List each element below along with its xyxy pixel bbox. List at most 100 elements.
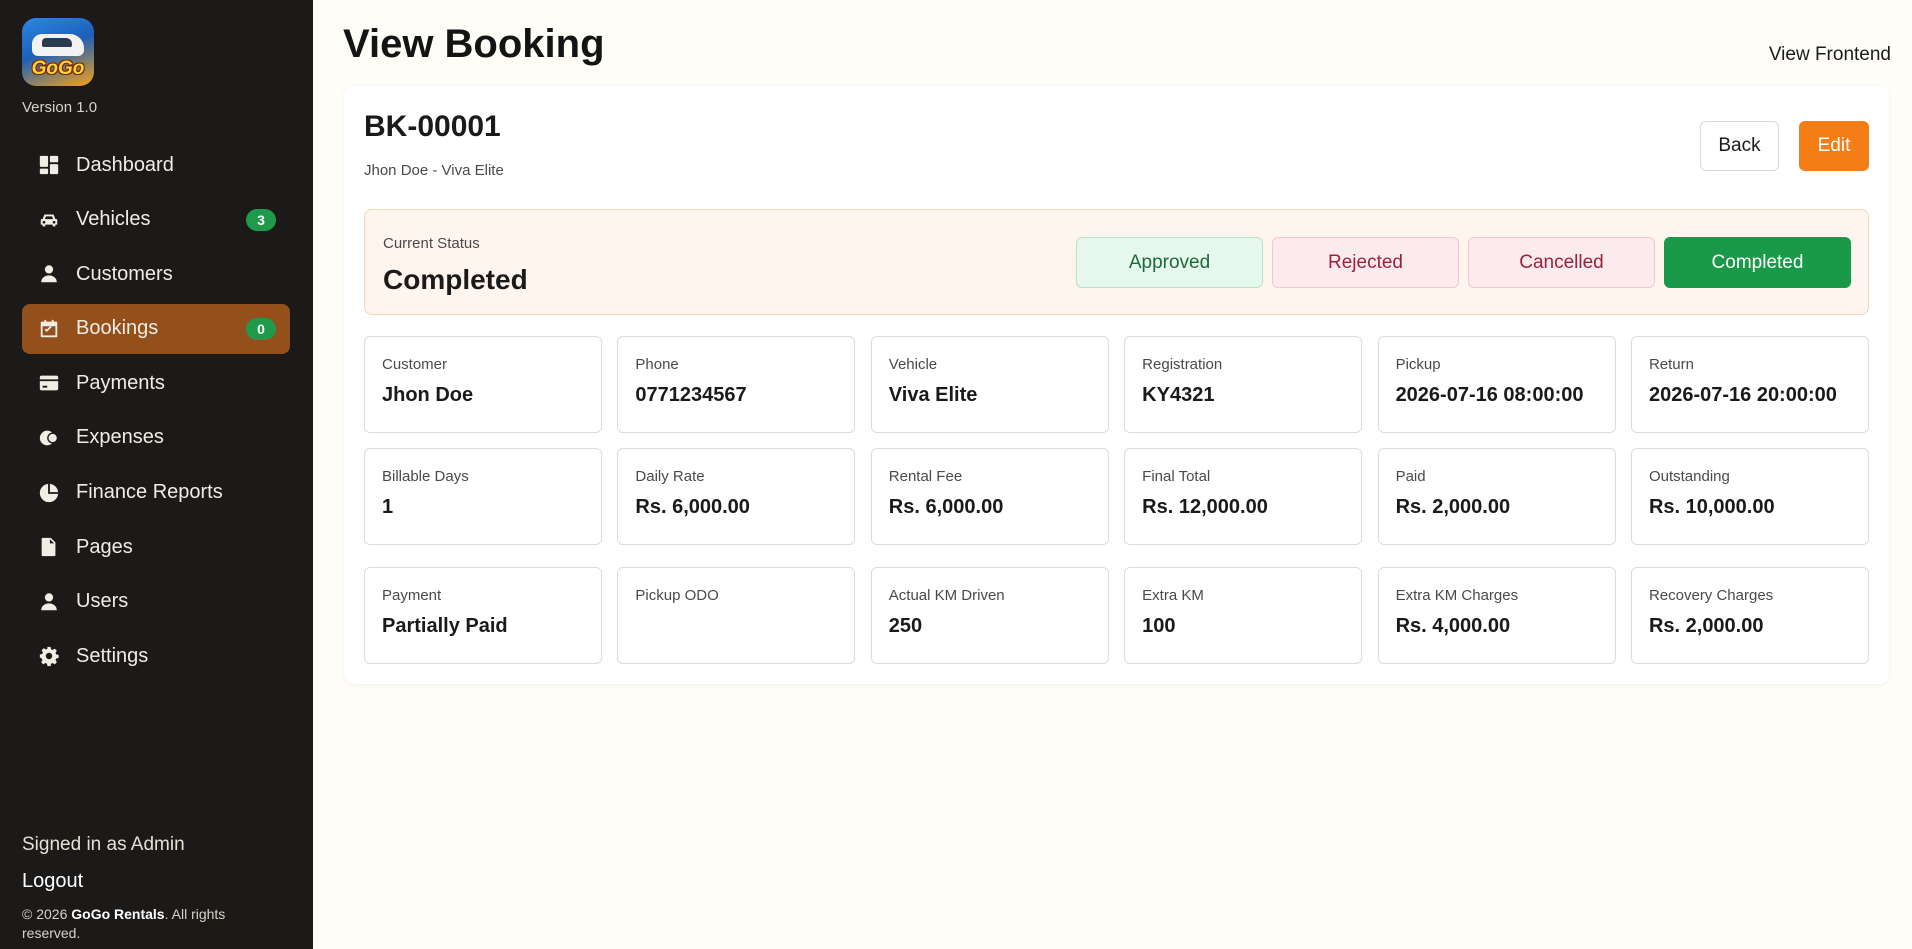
gear-icon	[38, 645, 60, 667]
status-label: Current Status	[383, 235, 480, 252]
detail-tile-outstanding: Outstanding Rs. 10,000.00	[1630, 448, 1869, 545]
sidebar-item-label: Vehicles	[76, 208, 151, 231]
details-row-3: Payment Partially Paid Pickup ODO Actual …	[364, 567, 1869, 664]
sidebar-item-label: Dashboard	[76, 153, 174, 176]
logout-link[interactable]: Logout	[22, 870, 83, 893]
detail-tile-vehicle: Vehicle Viva Elite	[870, 336, 1109, 433]
coins-icon	[38, 427, 60, 449]
tile-value: Jhon Doe	[382, 384, 474, 406]
tile-value: Rs. 10,000.00	[1648, 496, 1775, 518]
details-row-2: Billable Days 1 Daily Rate Rs. 6,000.00 Re…	[364, 448, 1869, 545]
view-frontend-link[interactable]: View Frontend	[1769, 44, 1891, 66]
detail-tile-pickup: Pickup 2026-07-16 08:00:00	[1377, 336, 1616, 433]
tile-value: Partially Paid	[382, 615, 508, 637]
sidebar-item-customers[interactable]: Customers	[22, 249, 290, 299]
user-icon	[38, 591, 60, 613]
car-icon	[32, 34, 84, 56]
booking-subtitle: Jhon Doe - Viva Elite	[364, 162, 504, 179]
sidebar-item-label: Finance Reports	[76, 481, 223, 504]
tile-label: Phone	[635, 356, 679, 373]
tile-label: Customer	[382, 356, 448, 373]
detail-tile-paid: Paid Rs. 2,000.00	[1377, 448, 1616, 545]
tile-label: Rental Fee	[888, 468, 963, 485]
back-button[interactable]: Back	[1700, 121, 1779, 171]
tile-value: 100	[1142, 615, 1176, 637]
tile-value: 1	[382, 496, 394, 518]
bookings-count-badge: 0	[246, 317, 276, 340]
sidebar-item-label: Payments	[76, 371, 165, 394]
tile-label: Pickup	[1395, 356, 1441, 373]
status-value: Completed	[383, 264, 528, 295]
edit-button[interactable]: Edit	[1799, 121, 1869, 171]
booking-id: BK-00001	[364, 110, 501, 143]
sidebar-item-label: Customers	[76, 262, 173, 285]
detail-tile-billable-days: Billable Days 1	[364, 448, 602, 545]
sidebar-item-label: Settings	[76, 644, 149, 667]
approve-button[interactable]: Approved	[1076, 237, 1263, 288]
tile-value: 250	[888, 615, 923, 637]
tile-label: Actual KM Driven	[888, 587, 1005, 604]
tile-label: Extra KM Charges	[1395, 587, 1519, 604]
sidebar-item-label: Users	[76, 590, 129, 613]
sidebar-item-users[interactable]: Users	[22, 577, 290, 627]
copyright-prefix: © 2026	[22, 906, 68, 922]
sidebar-item-pages[interactable]: Pages	[22, 522, 290, 572]
tile-value: KY4321	[1142, 384, 1215, 406]
sidebar: GoGo Version 1.0 Dashboard Vehicles 3 Cu…	[0, 0, 313, 949]
sidebar-item-finance-reports[interactable]: Finance Reports	[22, 468, 290, 518]
tile-label: Billable Days	[382, 468, 469, 485]
sidebar-item-vehicles[interactable]: Vehicles 3	[22, 195, 290, 245]
signed-in-text: Signed in as Admin	[22, 834, 185, 855]
tile-value: Rs. 2,000.00	[1648, 615, 1764, 637]
sidebar-item-payments[interactable]: Payments	[22, 358, 290, 408]
sidebar-item-dashboard[interactable]: Dashboard	[22, 140, 290, 190]
complete-button[interactable]: Completed	[1664, 237, 1851, 288]
details-row-1: Customer Jhon Doe Phone 0771234567 Vehicle…	[364, 336, 1869, 433]
sidebar-item-label: Expenses	[76, 426, 164, 449]
detail-tile-extra-km: Extra KM 100	[1124, 567, 1363, 664]
tile-value: 2026-07-16 20:00:00	[1648, 384, 1837, 406]
detail-tile-phone: Phone 0771234567	[617, 336, 856, 433]
app-logo[interactable]: GoGo	[22, 18, 94, 86]
tile-value: Rs. 4,000.00	[1395, 615, 1511, 637]
calendar-check-icon	[38, 318, 60, 340]
detail-tile-actual-km: Actual KM Driven 250	[870, 567, 1109, 664]
app-version: Version 1.0	[22, 99, 98, 116]
tile-label: Final Total	[1142, 468, 1211, 485]
detail-tile-extra-km-charges: Extra KM Charges Rs. 4,000.00	[1377, 567, 1616, 664]
dashboard-icon	[38, 154, 60, 176]
car-icon	[38, 209, 60, 231]
credit-card-icon	[38, 372, 60, 394]
detail-tile-final-total: Final Total Rs. 12,000.00	[1124, 448, 1363, 545]
detail-tile-recovery-charges: Recovery Charges Rs. 2,000.00	[1630, 567, 1869, 664]
sidebar-item-expenses[interactable]: Expenses	[22, 413, 290, 463]
tile-value: Rs. 2,000.00	[1395, 496, 1511, 518]
detail-tile-payment: Payment Partially Paid	[364, 567, 602, 664]
tile-label: Extra KM	[1142, 587, 1204, 604]
sidebar-item-bookings[interactable]: Bookings 0	[22, 303, 290, 354]
page-title: View Booking	[343, 22, 605, 66]
tile-value: Viva Elite	[888, 384, 978, 406]
sidebar-nav: Dashboard Vehicles 3 Customers Bookings …	[22, 140, 290, 686]
pie-chart-icon	[38, 482, 60, 504]
detail-tile-daily-rate: Daily Rate Rs. 6,000.00	[617, 448, 856, 545]
sidebar-item-settings[interactable]: Settings	[22, 631, 290, 681]
vehicles-count-badge: 3	[246, 208, 276, 231]
tile-label: Return	[1648, 356, 1694, 373]
tile-label: Pickup ODO	[635, 587, 719, 604]
sidebar-item-label: Bookings	[76, 317, 159, 340]
tile-value: Rs. 12,000.00	[1142, 496, 1268, 518]
tile-label: Payment	[382, 587, 442, 604]
tile-label: Vehicle	[888, 356, 938, 373]
detail-tile-registration: Registration KY4321	[1124, 336, 1363, 433]
reject-button[interactable]: Rejected	[1272, 237, 1459, 288]
detail-tile-return: Return 2026-07-16 20:00:00	[1630, 336, 1869, 433]
copyright-text: © 2026 GoGo Rentals. All rights reserved…	[22, 905, 282, 943]
logo-wordmark: GoGo	[31, 58, 85, 79]
tile-label: Daily Rate	[635, 468, 705, 485]
tile-value: 2026-07-16 08:00:00	[1395, 384, 1584, 406]
cancel-button[interactable]: Cancelled	[1468, 237, 1655, 288]
tile-value	[635, 615, 837, 637]
tile-label: Registration	[1142, 356, 1223, 373]
tile-label: Outstanding	[1648, 468, 1730, 485]
